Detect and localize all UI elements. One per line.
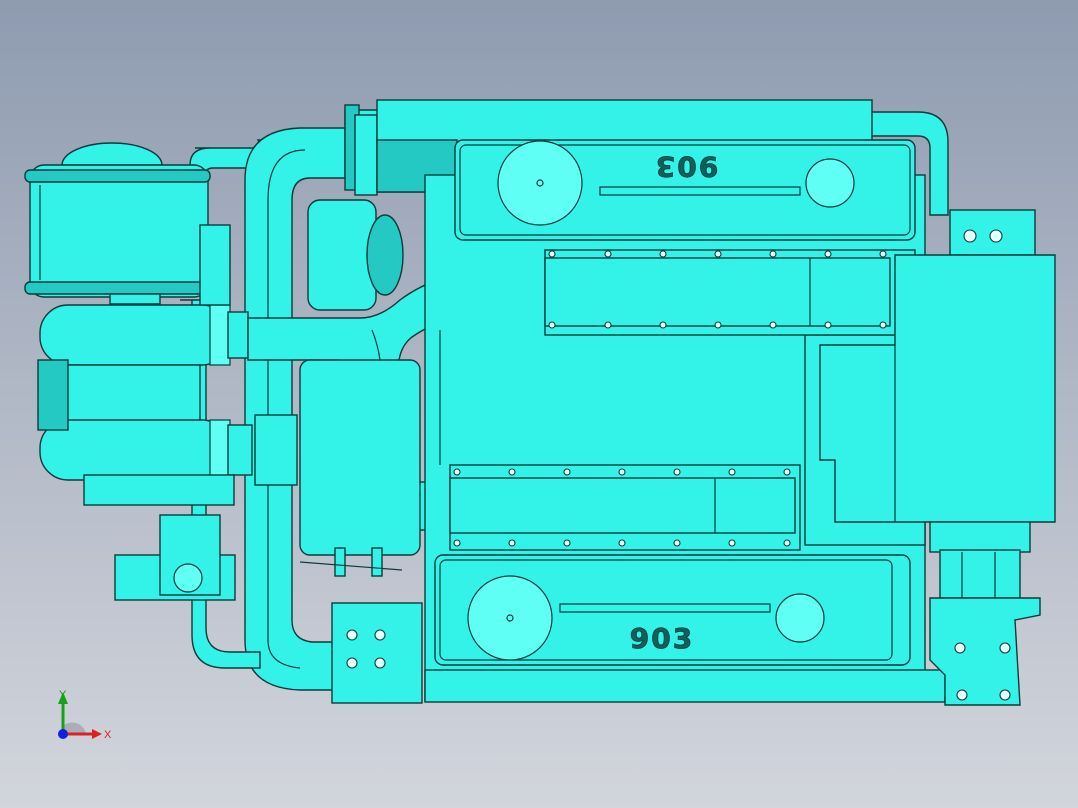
coordinate-triad: Y X xyxy=(58,689,112,741)
x-axis-label: X xyxy=(104,729,112,741)
3d-model-viewport[interactable]: 903 903 Y X xyxy=(0,0,1078,808)
z-axis-dot xyxy=(58,729,68,739)
top-valve-cover: 903 xyxy=(454,139,916,241)
engine-model[interactable]: 903 903 xyxy=(0,0,1078,808)
right-mount-bracket xyxy=(929,597,1041,706)
air-filter xyxy=(24,142,211,305)
bottom-valve-cover: 903 xyxy=(434,554,911,666)
x-arrow-icon xyxy=(92,729,102,739)
pulley-assembly xyxy=(299,199,421,577)
y-axis-label: Y xyxy=(59,689,67,701)
lower-left-bracket xyxy=(114,514,236,601)
lower-intake-rail xyxy=(449,464,801,551)
bottom-cover-engraving: 903 xyxy=(630,622,694,655)
top-cover-engraving: 903 xyxy=(654,150,718,183)
top-intake-rail xyxy=(544,249,916,336)
